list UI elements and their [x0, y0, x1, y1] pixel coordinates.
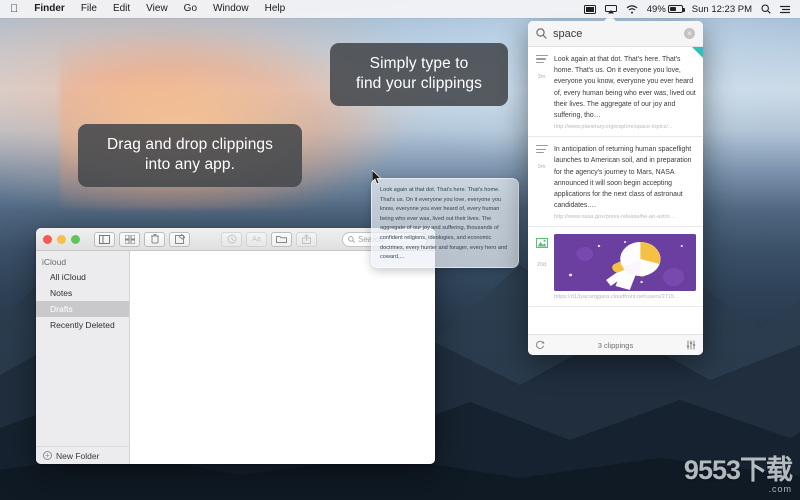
- apple-menu-icon[interactable]: : [6, 0, 26, 18]
- finder-sidebar[interactable]: iCloud All iCloud Notes Drafts Recently …: [36, 251, 130, 464]
- airplay-icon[interactable]: [604, 4, 617, 14]
- refresh-icon[interactable]: [535, 340, 545, 350]
- sidebar-item-drafts[interactable]: Drafts: [36, 301, 129, 317]
- sidebar-toggle-icon[interactable]: [94, 231, 115, 247]
- clipping-text: Look again at that dot. That's here. Tha…: [554, 56, 696, 119]
- share-back-icon[interactable]: [221, 231, 242, 247]
- clippings-popover[interactable]: space × 3m Look again at that dot. That'…: [528, 21, 703, 355]
- callout-drag-text: Drag and drop clippings into any app.: [106, 136, 273, 174]
- sidebar-item-recently-deleted[interactable]: Recently Deleted: [36, 317, 129, 333]
- sidebar-item-notes[interactable]: Notes: [36, 285, 129, 301]
- menu-item-file[interactable]: File: [73, 0, 105, 18]
- clipping-age: 3m: [537, 164, 546, 171]
- plus-icon: +: [43, 451, 52, 460]
- clock-label[interactable]: Sun 12:23 PM: [692, 4, 752, 15]
- clear-search-icon[interactable]: ×: [684, 28, 695, 39]
- close-button[interactable]: [43, 234, 52, 244]
- list-item[interactable]: 3m Look again at that dot. That's here. …: [528, 47, 703, 138]
- menu-bar:  Finder File Edit View Go Window Help 4…: [0, 0, 800, 18]
- battery-percent-label: 49%: [646, 3, 666, 15]
- finder-toolbar-group-left: [94, 231, 190, 247]
- new-folder-label: New Folder: [56, 450, 100, 461]
- popover-search-bar[interactable]: space ×: [528, 21, 703, 47]
- sidebar-section-header: iCloud: [42, 257, 67, 267]
- list-item[interactable]: 20d https://d13yacurqjgara.cloudfront.ne…: [528, 227, 703, 308]
- callout-type-to-find: Simply type to find your clippings: [330, 43, 508, 106]
- watermark-line-1: 9553下载: [683, 455, 793, 485]
- menu-item-window[interactable]: Window: [205, 0, 257, 18]
- notification-center-icon[interactable]: [780, 5, 790, 14]
- clipping-meta: 3m: [534, 54, 549, 130]
- clippings-count-label: 3 clippings: [597, 340, 634, 350]
- clipping-meta: 20d: [534, 234, 549, 300]
- menu-item-edit[interactable]: Edit: [105, 0, 138, 18]
- font-icon[interactable]: Aa: [246, 231, 267, 247]
- watermark-line-2: .com: [768, 484, 792, 494]
- folder-icon[interactable]: [271, 231, 292, 247]
- sidebar-item-all-icloud[interactable]: All iCloud: [36, 269, 129, 285]
- zoom-button[interactable]: [71, 234, 80, 244]
- clipping-age: 3m: [537, 74, 546, 81]
- clipping-age: 20d: [536, 262, 547, 269]
- clipping-url: http://www.nasa.gov/press-release/be-an-…: [554, 214, 676, 221]
- clipping-body: In anticipation of returning human space…: [554, 144, 696, 220]
- menu-item-view[interactable]: View: [138, 0, 176, 18]
- finder-toolbar-group-right: Aa: [221, 231, 317, 247]
- watermark: 9553下载 .com: [683, 455, 793, 495]
- menu-item-finder[interactable]: Finder: [26, 0, 73, 18]
- menu-item-help[interactable]: Help: [257, 0, 294, 18]
- clipping-url: https://d13yacurqjgara.cloudfront.net/us…: [554, 294, 680, 301]
- battery-status[interactable]: 49%: [646, 3, 685, 15]
- popover-footer: 3 clippings: [528, 334, 703, 355]
- window-traffic-lights: [43, 234, 80, 244]
- share-icon[interactable]: [296, 231, 317, 247]
- dragged-clipping-ghost[interactable]: Look again at that dot. That's here. Tha…: [371, 178, 519, 268]
- clipping-meta: 3m: [534, 144, 549, 220]
- dragged-clipping-text: Look again at that dot. That's here. Tha…: [380, 187, 508, 261]
- grid-view-icon[interactable]: [119, 231, 140, 247]
- callout-type-text: Simply type to find your clippings: [356, 55, 482, 93]
- spotlight-search-icon[interactable]: [761, 4, 771, 14]
- wifi-icon[interactable]: [626, 4, 638, 14]
- clipping-url: http://www.planetary.org/explore/space-t…: [554, 124, 673, 131]
- minimize-button[interactable]: [57, 234, 66, 244]
- new-folder-button[interactable]: + New Folder: [36, 446, 129, 464]
- astronaut-illustration: [554, 234, 696, 292]
- search-icon: [348, 235, 355, 243]
- text-clipping-icon: [535, 145, 548, 154]
- finder-body: iCloud All iCloud Notes Drafts Recently …: [36, 251, 435, 464]
- finder-content-pane[interactable]: [130, 251, 435, 464]
- clipping-body: Look again at that dot. That's here. Tha…: [554, 54, 696, 130]
- trash-icon[interactable]: [144, 231, 165, 247]
- battery-icon: [667, 5, 685, 13]
- clipping-image-thumbnail: [554, 234, 696, 292]
- dragged-clipping-url: http://www.planetary.org/explore/space-t…: [380, 266, 510, 268]
- display-icon[interactable]: [583, 4, 596, 14]
- menu-bar-items:  Finder File Edit View Go Window Help: [6, 0, 293, 18]
- sliders-icon[interactable]: [686, 340, 696, 350]
- clippings-list[interactable]: 3m Look again at that dot. That's here. …: [528, 47, 703, 334]
- mouse-cursor-icon: [372, 170, 382, 185]
- desktop-screen:  Finder File Edit View Go Window Help 4…: [0, 0, 800, 500]
- popover-search-input[interactable]: space: [553, 28, 678, 40]
- list-item[interactable]: 3m In anticipation of returning human sp…: [528, 137, 703, 228]
- image-clipping-icon: [534, 235, 549, 253]
- clipping-body: https://d13yacurqjgara.cloudfront.net/us…: [554, 234, 696, 300]
- compose-icon[interactable]: [169, 231, 190, 247]
- text-clipping-icon: [535, 55, 548, 63]
- menu-bar-status-items: 49% Sun 12:23 PM: [583, 3, 794, 15]
- menu-item-go[interactable]: Go: [176, 0, 205, 18]
- new-clipping-badge-icon: [692, 47, 703, 58]
- clipping-text: In anticipation of returning human space…: [554, 146, 692, 210]
- callout-drag-and-drop: Drag and drop clippings into any app.: [78, 124, 302, 187]
- search-icon: [536, 28, 547, 39]
